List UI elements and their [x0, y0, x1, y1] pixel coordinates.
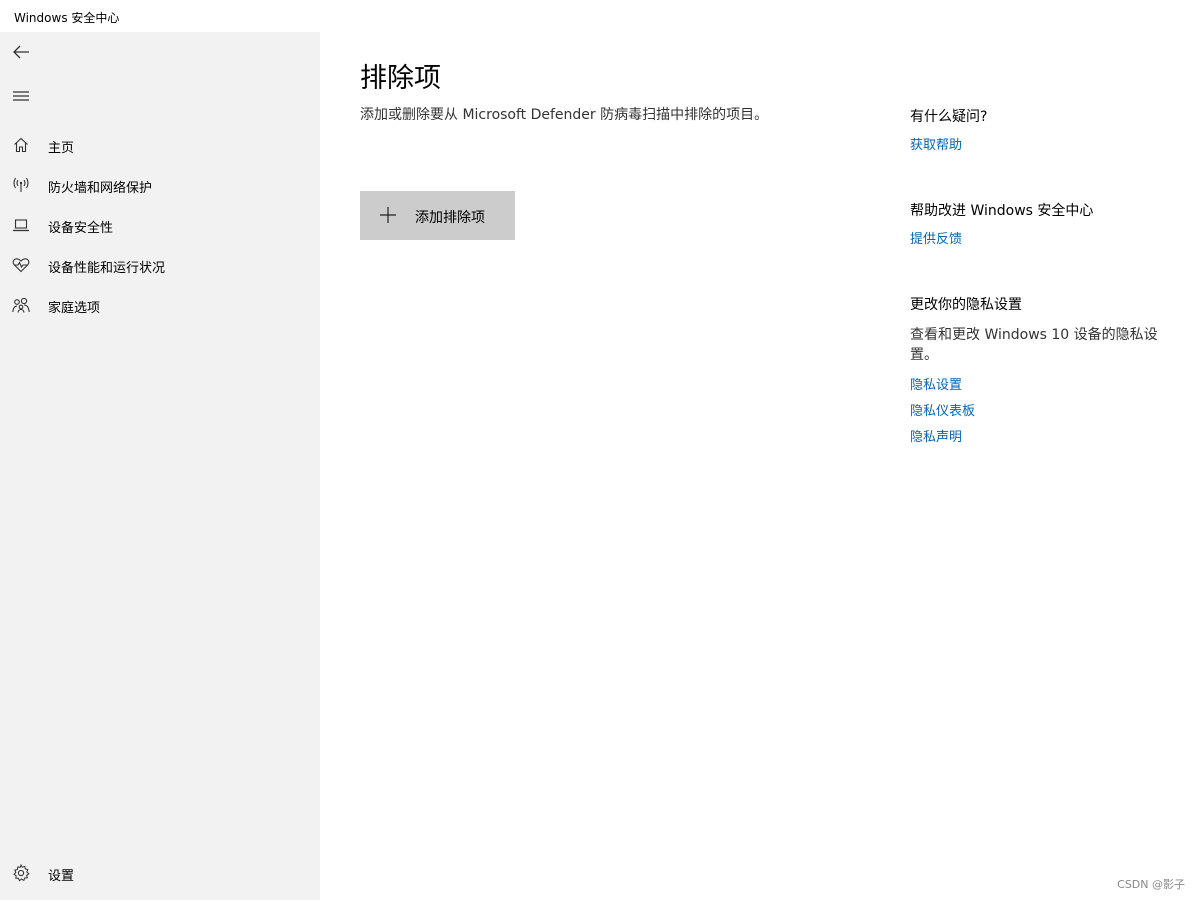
- privacy-statement-link[interactable]: 隐私声明: [910, 426, 962, 445]
- sidebar-item-home[interactable]: 主页: [0, 125, 320, 165]
- main-content: 排除项 添加或删除要从 Microsoft Defender 防病毒扫描中排除的…: [320, 32, 1199, 900]
- sidebar-item-label: 设置: [48, 869, 75, 884]
- sidebar-item-settings[interactable]: 设置: [0, 853, 320, 893]
- sidebar-item-device-security[interactable]: 设备安全性: [0, 205, 320, 245]
- back-arrow-icon: [12, 44, 30, 60]
- family-icon: [12, 297, 30, 313]
- add-exclusion-button[interactable]: 添加排除项: [360, 191, 515, 240]
- plus-icon: [378, 205, 398, 225]
- window-title: Windows 安全中心: [14, 11, 120, 25]
- get-help-link[interactable]: 获取帮助: [910, 134, 962, 153]
- sidebar-item-firewall[interactable]: 防火墙和网络保护: [0, 165, 320, 205]
- privacy-dashboard-link[interactable]: 隐私仪表板: [910, 400, 975, 419]
- sidebar-item-label: 设备性能和运行状况: [48, 261, 166, 276]
- sidebar-item-family[interactable]: 家庭选项: [0, 285, 320, 325]
- menu-button[interactable]: [8, 83, 34, 109]
- privacy-heading: 更改你的隐私设置: [910, 297, 1022, 313]
- laptop-icon: [12, 217, 30, 233]
- question-heading: 有什么疑问?: [910, 109, 988, 125]
- home-icon: [12, 137, 30, 153]
- add-exclusion-label: 添加排除项: [415, 210, 485, 226]
- sidebar-item-label: 主页: [48, 141, 75, 156]
- improve-heading: 帮助改进 Windows 安全中心: [910, 203, 1094, 219]
- feedback-link[interactable]: 提供反馈: [910, 228, 962, 247]
- hamburger-menu-icon: [12, 89, 30, 103]
- sidebar-item-device-health[interactable]: 设备性能和运行状况: [0, 245, 320, 285]
- page-description: 添加或删除要从 Microsoft Defender 防病毒扫描中排除的项目。: [360, 107, 769, 123]
- privacy-text: 查看和更改 Windows 10 设备的隐私设置。: [910, 327, 1158, 363]
- sidebar-item-label: 防火墙和网络保护: [48, 181, 153, 196]
- gear-icon: [12, 864, 30, 882]
- privacy-settings-link[interactable]: 隐私设置: [910, 374, 962, 393]
- wireless-signal-icon: [12, 177, 30, 193]
- back-button[interactable]: [8, 39, 34, 65]
- watermark: CSDN @影子: [1117, 878, 1185, 891]
- sidebar-item-label: 家庭选项: [48, 301, 101, 316]
- sidebar: 主页 防火墙和网络保护 设备安全性 设备性能和运行状况 家庭选项 设置: [0, 32, 320, 900]
- heart-pulse-icon: [12, 257, 30, 273]
- page-title: 排除项: [360, 63, 441, 94]
- sidebar-item-label: 设备安全性: [48, 221, 114, 236]
- title-bar: Windows 安全中心: [0, 0, 1199, 32]
